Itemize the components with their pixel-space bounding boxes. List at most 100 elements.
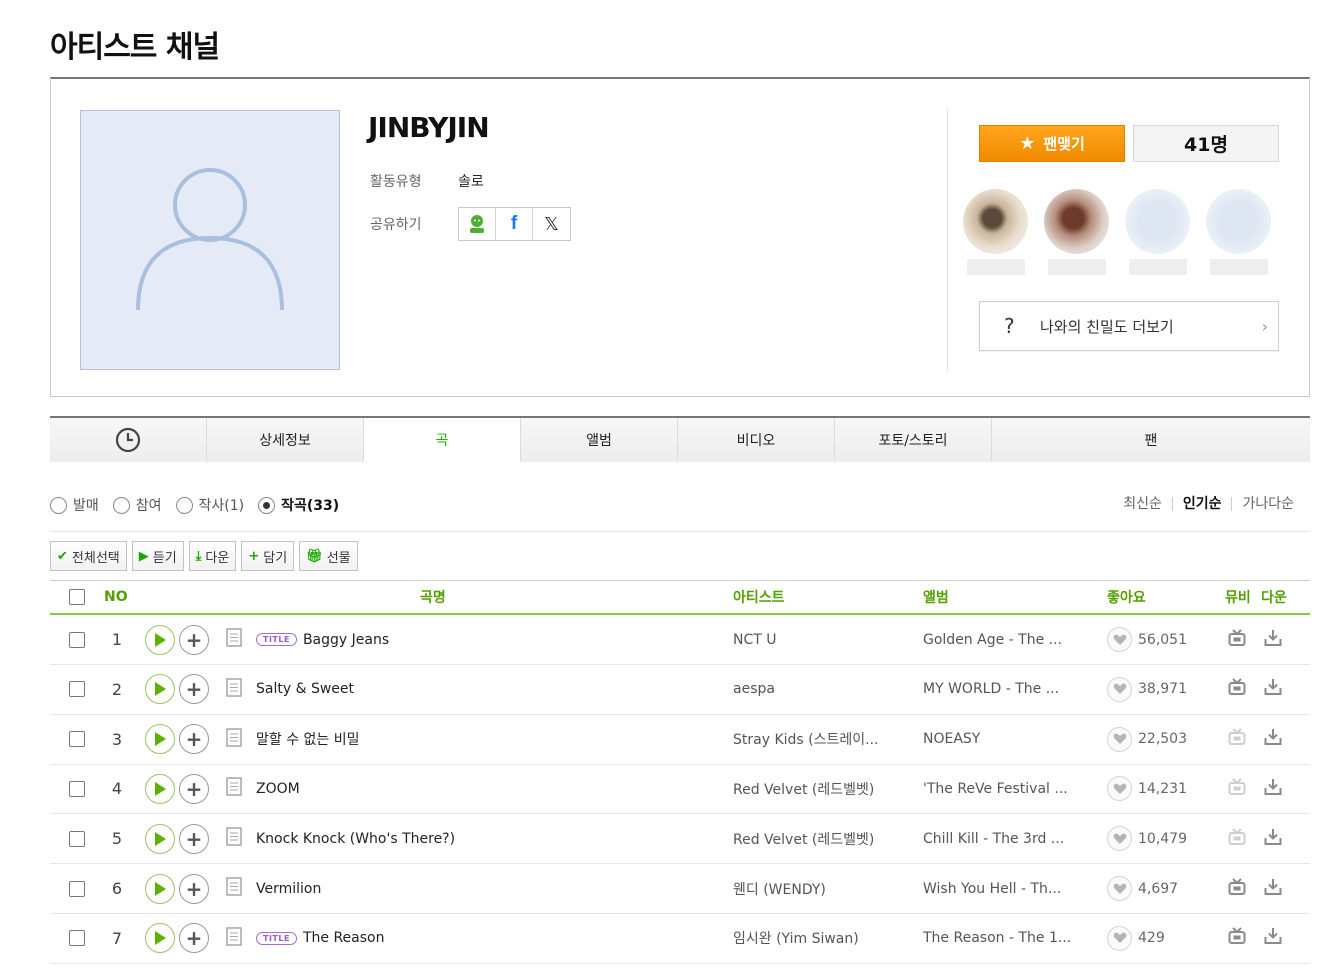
add-to-playlist-button[interactable]: + 담기 — [241, 541, 295, 571]
artist-link[interactable]: aespa — [733, 681, 898, 697]
row-checkbox[interactable] — [69, 731, 85, 748]
download-button[interactable] — [1264, 878, 1282, 900]
add-button[interactable]: + — [179, 724, 209, 755]
tab-fans[interactable]: 팬 — [992, 418, 1310, 462]
fan-avatar[interactable] — [1206, 189, 1271, 279]
download-button[interactable] — [1264, 927, 1282, 949]
fan-avatar[interactable] — [1125, 189, 1190, 279]
like-button[interactable] — [1107, 726, 1132, 752]
add-button[interactable]: + — [179, 873, 209, 904]
album-link[interactable]: MY WORLD - The ... — [923, 681, 1088, 697]
play-button[interactable] — [145, 873, 175, 904]
play-button[interactable] — [145, 773, 175, 804]
song-title-cell: Salty & Sweet — [256, 681, 354, 697]
song-title-link[interactable]: Salty & Sweet — [256, 681, 354, 697]
row-checkbox[interactable] — [69, 880, 85, 897]
row-checkbox[interactable] — [69, 830, 85, 847]
album-link[interactable]: NOEASY — [923, 731, 1088, 747]
listen-button[interactable]: ▶ 듣기 — [131, 541, 184, 571]
song-title-link[interactable]: Vermilion — [256, 881, 321, 897]
song-title-link[interactable]: ZOOM — [256, 781, 300, 797]
share-kakao-button[interactable] — [459, 208, 496, 240]
add-button[interactable]: + — [179, 674, 209, 705]
like-button[interactable] — [1107, 876, 1132, 901]
album-link[interactable]: Chill Kill - The 3rd ... — [923, 831, 1088, 847]
row-checkbox[interactable] — [69, 930, 85, 947]
lyrics-button[interactable] — [226, 877, 242, 900]
lyrics-button[interactable] — [226, 678, 242, 701]
mv-button[interactable] — [1228, 628, 1246, 651]
share-x-button[interactable]: 𝕏 — [533, 208, 570, 240]
album-link[interactable]: Wish You Hell - Th... — [923, 881, 1088, 897]
download-button[interactable]: ⤓ 다운 — [188, 541, 237, 571]
lyrics-button[interactable] — [226, 628, 242, 651]
like-button[interactable] — [1107, 776, 1132, 802]
mv-button[interactable] — [1228, 877, 1246, 900]
artist-link[interactable]: Red Velvet (레드벨벳) — [733, 829, 898, 849]
artist-link[interactable]: 웬디 (WENDY) — [733, 879, 898, 899]
sort-alphabetical[interactable]: 가나다순 — [1231, 497, 1304, 511]
album-link[interactable]: Golden Age - The ... — [923, 632, 1088, 648]
download-button[interactable] — [1264, 828, 1282, 850]
download-button[interactable] — [1264, 629, 1282, 651]
play-button[interactable] — [145, 923, 175, 954]
row-number: 7 — [111, 928, 123, 948]
song-title-link[interactable]: Knock Knock (Who's There?) — [256, 831, 455, 847]
fan-avatar[interactable] — [1044, 189, 1109, 279]
like-button[interactable] — [1107, 676, 1132, 702]
download-button[interactable] — [1264, 778, 1282, 800]
tab-videos[interactable]: 비디오 — [678, 418, 835, 462]
artist-link[interactable]: Stray Kids (스트레이... — [733, 729, 898, 749]
like-button[interactable] — [1107, 826, 1132, 852]
filter-lyrics[interactable]: 작사(1) — [175, 495, 244, 515]
like-button[interactable] — [1107, 925, 1132, 951]
lyrics-button[interactable] — [226, 927, 242, 950]
filter-composition[interactable]: 작곡(33) — [258, 495, 339, 515]
row-checkbox[interactable] — [69, 681, 85, 698]
select-all-checkbox[interactable] — [69, 589, 85, 605]
sort-latest[interactable]: 최신순 — [1113, 497, 1172, 511]
radio-icon — [175, 496, 193, 514]
sort-popular[interactable]: 인기순 — [1171, 497, 1232, 511]
add-button[interactable]: + — [179, 773, 209, 804]
gift-button[interactable]: 🎁︎ 선물 — [299, 541, 358, 571]
fan-button[interactable]: ★ 팬맺기 — [979, 125, 1125, 162]
mv-button[interactable] — [1228, 927, 1246, 949]
play-button[interactable] — [145, 674, 175, 705]
tab-albums[interactable]: 앨범 — [521, 418, 678, 462]
mv-button[interactable] — [1228, 678, 1246, 700]
select-all-button[interactable]: ✔ 전체선택 — [50, 541, 127, 571]
filter-participation[interactable]: 참여 — [112, 495, 162, 515]
row-checkbox[interactable] — [69, 631, 85, 648]
lyrics-button[interactable] — [226, 827, 242, 850]
play-button[interactable] — [145, 823, 175, 854]
add-button[interactable]: + — [179, 624, 209, 655]
song-title-link[interactable]: Baggy Jeans — [303, 632, 389, 648]
download-button[interactable] — [1264, 728, 1282, 750]
fan-avatar[interactable] — [963, 189, 1028, 279]
download-button[interactable] — [1264, 678, 1282, 700]
play-button[interactable] — [145, 724, 175, 755]
filter-release[interactable]: 발매 — [50, 495, 99, 515]
tab-songs[interactable]: 곡 — [364, 418, 521, 462]
tab-detail[interactable]: 상세정보 — [207, 418, 364, 462]
add-button[interactable]: + — [179, 923, 209, 954]
closeness-more-button[interactable]: ? 나와의 친밀도 더보기 › — [979, 301, 1279, 351]
tab-photo-story[interactable]: 포토/스토리 — [835, 418, 992, 462]
download-icon — [1264, 878, 1282, 895]
song-title-link[interactable]: The Reason — [303, 930, 385, 946]
song-title-link[interactable]: 말할 수 없는 비밀 — [256, 729, 360, 749]
play-button[interactable] — [145, 624, 175, 655]
lyrics-button[interactable] — [226, 777, 242, 800]
share-facebook-button[interactable]: f — [496, 208, 533, 240]
tab-recent[interactable] — [50, 418, 207, 462]
like-button[interactable] — [1107, 627, 1132, 652]
album-link[interactable]: The Reason - The 1... — [923, 930, 1088, 946]
album-link[interactable]: 'The ReVe Festival ... — [923, 781, 1088, 797]
add-button[interactable]: + — [179, 823, 209, 854]
lyrics-button[interactable] — [226, 727, 242, 751]
artist-link[interactable]: Red Velvet (레드벨벳) — [733, 779, 898, 799]
artist-link[interactable]: NCT U — [733, 632, 898, 648]
artist-link[interactable]: 임시완 (Yim Siwan) — [733, 928, 898, 948]
row-checkbox[interactable] — [69, 780, 85, 797]
